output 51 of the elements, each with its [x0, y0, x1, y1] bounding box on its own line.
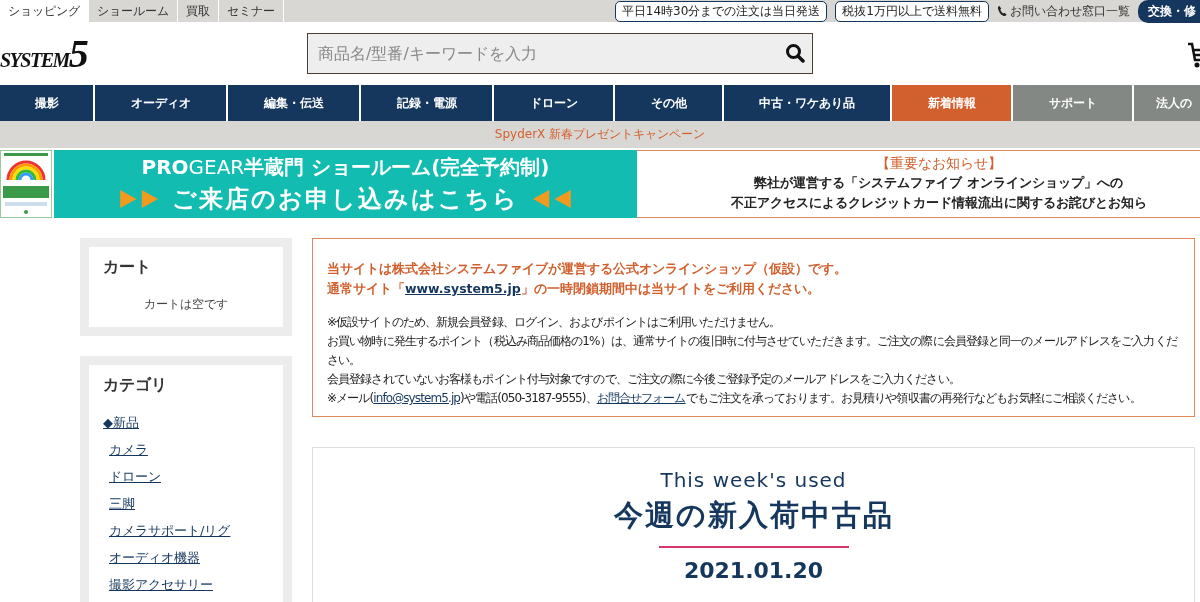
nav-item[interactable]: 編集・伝送	[228, 85, 359, 121]
category-link[interactable]: 撮影アクセサリー	[109, 576, 213, 594]
notice-paragraph: お買い物時に発生するポイント（税込み商品価格の1%）は、通常サイトの復旧時に付与させていただきます。ご注文の際に会員登録と同一のメールアドレスをご入力ください。	[327, 333, 1179, 369]
logo[interactable]: SYSTEM5	[0, 35, 307, 72]
nav-item[interactable]: その他	[615, 85, 722, 121]
notice-paragraph: ※メール(info@system5.jp)や電話(050-3187-9555)、お問合せフォームでもご注文を承っております。お見積りや領収書の再発行などもお気軽にご相談ください。	[327, 390, 1142, 407]
nav-item[interactable]: ドローン	[494, 85, 613, 121]
panel-title: カート	[103, 257, 152, 278]
category-link[interactable]: カメラ	[109, 441, 148, 459]
info-badge: 税抜1万円以上で送料無料	[835, 0, 989, 22]
text-link[interactable]: お問合せフォーム	[596, 391, 686, 405]
panel-title: カテゴリ	[103, 375, 168, 396]
empty-cart-text: カートは空です	[143, 296, 229, 313]
feature-date: 2021.01.20	[683, 558, 824, 583]
notice-title: 【重要なお知らせ】	[874, 155, 1003, 173]
notice-text: 不正アクセスによるクレジットカード情報流出に関するお詫びとお知ら	[729, 194, 1148, 212]
feature-subtitle: This week's used	[660, 468, 847, 492]
info-badge: 平日14時30分までの注文は当日発送	[614, 0, 828, 22]
nav-item[interactable]: 記録・電源	[361, 85, 492, 121]
banner-heading: PROGEAR半蔵門 ショールーム(完全予約制)	[141, 153, 550, 181]
nav-item[interactable]: 撮影	[0, 85, 93, 121]
feature-title: 今週の新入荷中古品	[613, 497, 894, 534]
nav-item[interactable]: サポート	[1013, 85, 1132, 121]
important-notice[interactable]: 【重要なお知らせ】 弊社が運営する「システムファイブ オンラインショップ」への 不正アクセスによるクレジットカード情報流出に関するお詫びとお知ら	[637, 150, 1200, 218]
category-link[interactable]: オーディオ機器	[109, 549, 200, 567]
notice-text: 弊社が運営する「システムファイブ オンラインショップ」への	[753, 174, 1124, 192]
notice-paragraph: 当サイトは株式会社システムファイブが運営する公式オンラインショップ（仮設）です。	[327, 260, 848, 278]
category-link[interactable]: 三脚	[109, 495, 135, 513]
text-link[interactable]: info@system5.jp	[373, 391, 461, 405]
nav-item[interactable]: 法人の	[1134, 85, 1200, 121]
notice-paragraph: 会員登録されていないお客様もポイント付与対象ですので、ご注文の際に今後ご登録予定のメールアドレスをご入力ください。	[327, 371, 961, 388]
arrows-icon	[531, 189, 571, 208]
banner-cta: ご来店のお申し込みはこちら	[172, 183, 519, 215]
phone-icon	[997, 5, 1007, 17]
arrows-icon	[120, 189, 160, 208]
category-link[interactable]: ◆新品	[103, 414, 139, 432]
contact-link[interactable]: お問い合わせ窓口一覧	[997, 2, 1130, 20]
text-link[interactable]: www.system5.jp	[405, 281, 521, 296]
cart-icon[interactable]	[1186, 40, 1200, 70]
notice-paragraph: ※仮設サイトのため、新規会員登録、ログイン、およびポイントはご利用いただけません。	[327, 314, 782, 331]
search-field[interactable]: 商品名/型番/キーワードを入力	[307, 33, 813, 74]
nav-item[interactable]: 中古・ワケあり品	[724, 85, 890, 121]
category-link[interactable]: カメラサポート/リグ	[109, 522, 231, 540]
notice-paragraph: 通常サイト「www.system5.jp」の一時閉鎖期間中は当サイトをご利用ください。	[327, 280, 821, 298]
search-icon[interactable]	[785, 43, 805, 63]
category-link[interactable]: ドローン	[109, 468, 161, 486]
nav-item[interactable]: オーディオ	[95, 85, 226, 121]
sticker-drawing	[0, 150, 52, 218]
top-tab[interactable]: ショッピング	[0, 0, 89, 22]
nav-item[interactable]: 新着情報	[892, 85, 1011, 121]
repair-button[interactable]: 交換・修	[1138, 0, 1200, 23]
